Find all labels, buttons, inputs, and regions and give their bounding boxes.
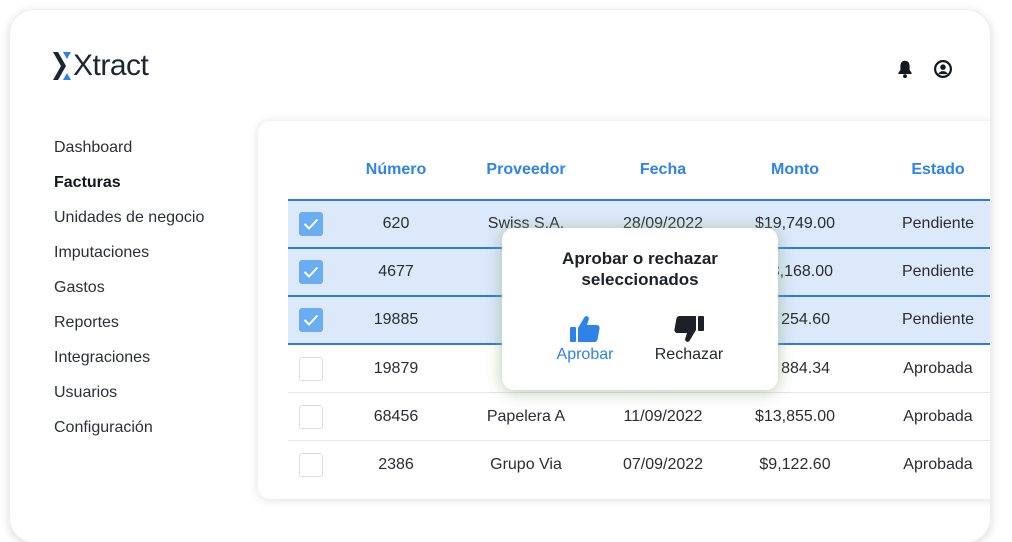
column-header-monto[interactable]: Monto <box>732 161 858 179</box>
bell-icon[interactable] <box>894 58 916 80</box>
cell-proveedor: Papelera A <box>486 407 566 425</box>
sidebar-item-integraciones[interactable]: Integraciones <box>54 340 204 375</box>
cell-estado: Aprobada <box>903 359 973 377</box>
cell-estado: Pendiente <box>901 311 975 328</box>
checkmark-icon <box>303 314 319 326</box>
cell-estado: Pendiente <box>901 215 975 232</box>
row-select-cell <box>288 260 334 284</box>
cell-numero: 19885 <box>373 311 419 328</box>
logo-text: Xtract <box>73 49 149 82</box>
column-header-numero[interactable]: Número <box>334 161 458 179</box>
popup-title-line-2: seleccionados <box>581 270 699 289</box>
approve-button[interactable]: Aprobar <box>540 314 630 364</box>
row-checkbox[interactable] <box>299 260 323 284</box>
header-actions <box>894 58 954 80</box>
cell-estado: Pendiente <box>901 263 975 280</box>
approve-label: Aprobar <box>556 346 614 363</box>
reject-button[interactable]: Rechazar <box>644 314 734 364</box>
logo-mark <box>53 52 71 80</box>
cell-numero: 620 <box>382 215 410 232</box>
checkmark-icon <box>303 218 319 230</box>
bulk-action-popup: Aprobar o rechazar seleccionados Aprobar… <box>502 228 778 390</box>
row-checkbox[interactable] <box>299 404 323 429</box>
sidebar-item-imputaciones[interactable]: Imputaciones <box>54 235 204 270</box>
cell-fecha: 07/09/2022 <box>622 456 704 473</box>
column-header-estado[interactable]: Estado <box>858 161 990 179</box>
thumbs-up-icon <box>570 316 600 342</box>
row-select-cell <box>288 453 334 477</box>
sidebar-item-unidades-de-negocio[interactable]: Unidades de negocio <box>54 200 204 235</box>
thumbs-down-icon <box>674 316 704 342</box>
checkmark-icon <box>303 266 319 278</box>
row-checkbox[interactable] <box>299 453 323 477</box>
cell-estado: Aprobada <box>903 407 973 425</box>
table-row[interactable]: 2386 Grupo Via 07/09/2022 $9,122.60 Apro… <box>288 441 990 489</box>
sidebar-item-reportes[interactable]: Reportes <box>54 305 204 340</box>
row-checkbox[interactable] <box>299 356 323 381</box>
cell-numero: 68456 <box>373 407 419 425</box>
cell-numero: 19879 <box>373 359 419 377</box>
user-circle-icon[interactable] <box>932 58 954 80</box>
cell-proveedor: Grupo Via <box>490 456 562 473</box>
cell-monto: $13,855.00 <box>754 407 836 425</box>
row-select-cell <box>288 212 334 236</box>
app-window: Xtract Dashboard Facturas Unidades de ne… <box>10 10 990 542</box>
cell-numero: 2386 <box>378 456 414 473</box>
column-header-proveedor[interactable]: Proveedor <box>458 161 594 179</box>
cell-monto: $9,122.60 <box>759 456 831 473</box>
sidebar-item-dashboard[interactable]: Dashboard <box>54 130 204 165</box>
app-logo[interactable]: Xtract <box>52 49 149 82</box>
cell-estado: Aprobada <box>903 456 973 473</box>
cell-numero: 4677 <box>378 263 414 280</box>
sidebar-item-usuarios[interactable]: Usuarios <box>54 375 204 410</box>
sidebar-item-facturas[interactable]: Facturas <box>54 165 204 200</box>
table-row[interactable]: 68456 Papelera A 11/09/2022 $13,855.00 A… <box>288 393 990 441</box>
sidebar-item-configuracion[interactable]: Configuración <box>54 410 204 445</box>
reject-label: Rechazar <box>654 346 724 363</box>
column-header-fecha[interactable]: Fecha <box>594 161 732 179</box>
row-checkbox[interactable] <box>299 212 323 236</box>
row-select-cell <box>288 356 334 381</box>
row-checkbox[interactable] <box>299 308 323 332</box>
sidebar-item-gastos[interactable]: Gastos <box>54 270 204 305</box>
sidebar-nav: Dashboard Facturas Unidades de negocio I… <box>54 130 204 445</box>
popup-title-line-1: Aprobar o rechazar <box>562 249 718 268</box>
cell-fecha: 11/09/2022 <box>623 407 703 425</box>
row-select-cell <box>288 308 334 332</box>
row-select-cell <box>288 404 334 429</box>
popup-title: Aprobar o rechazar seleccionados <box>502 248 778 290</box>
table-header: Número Proveedor Fecha Monto Estado <box>288 140 990 201</box>
